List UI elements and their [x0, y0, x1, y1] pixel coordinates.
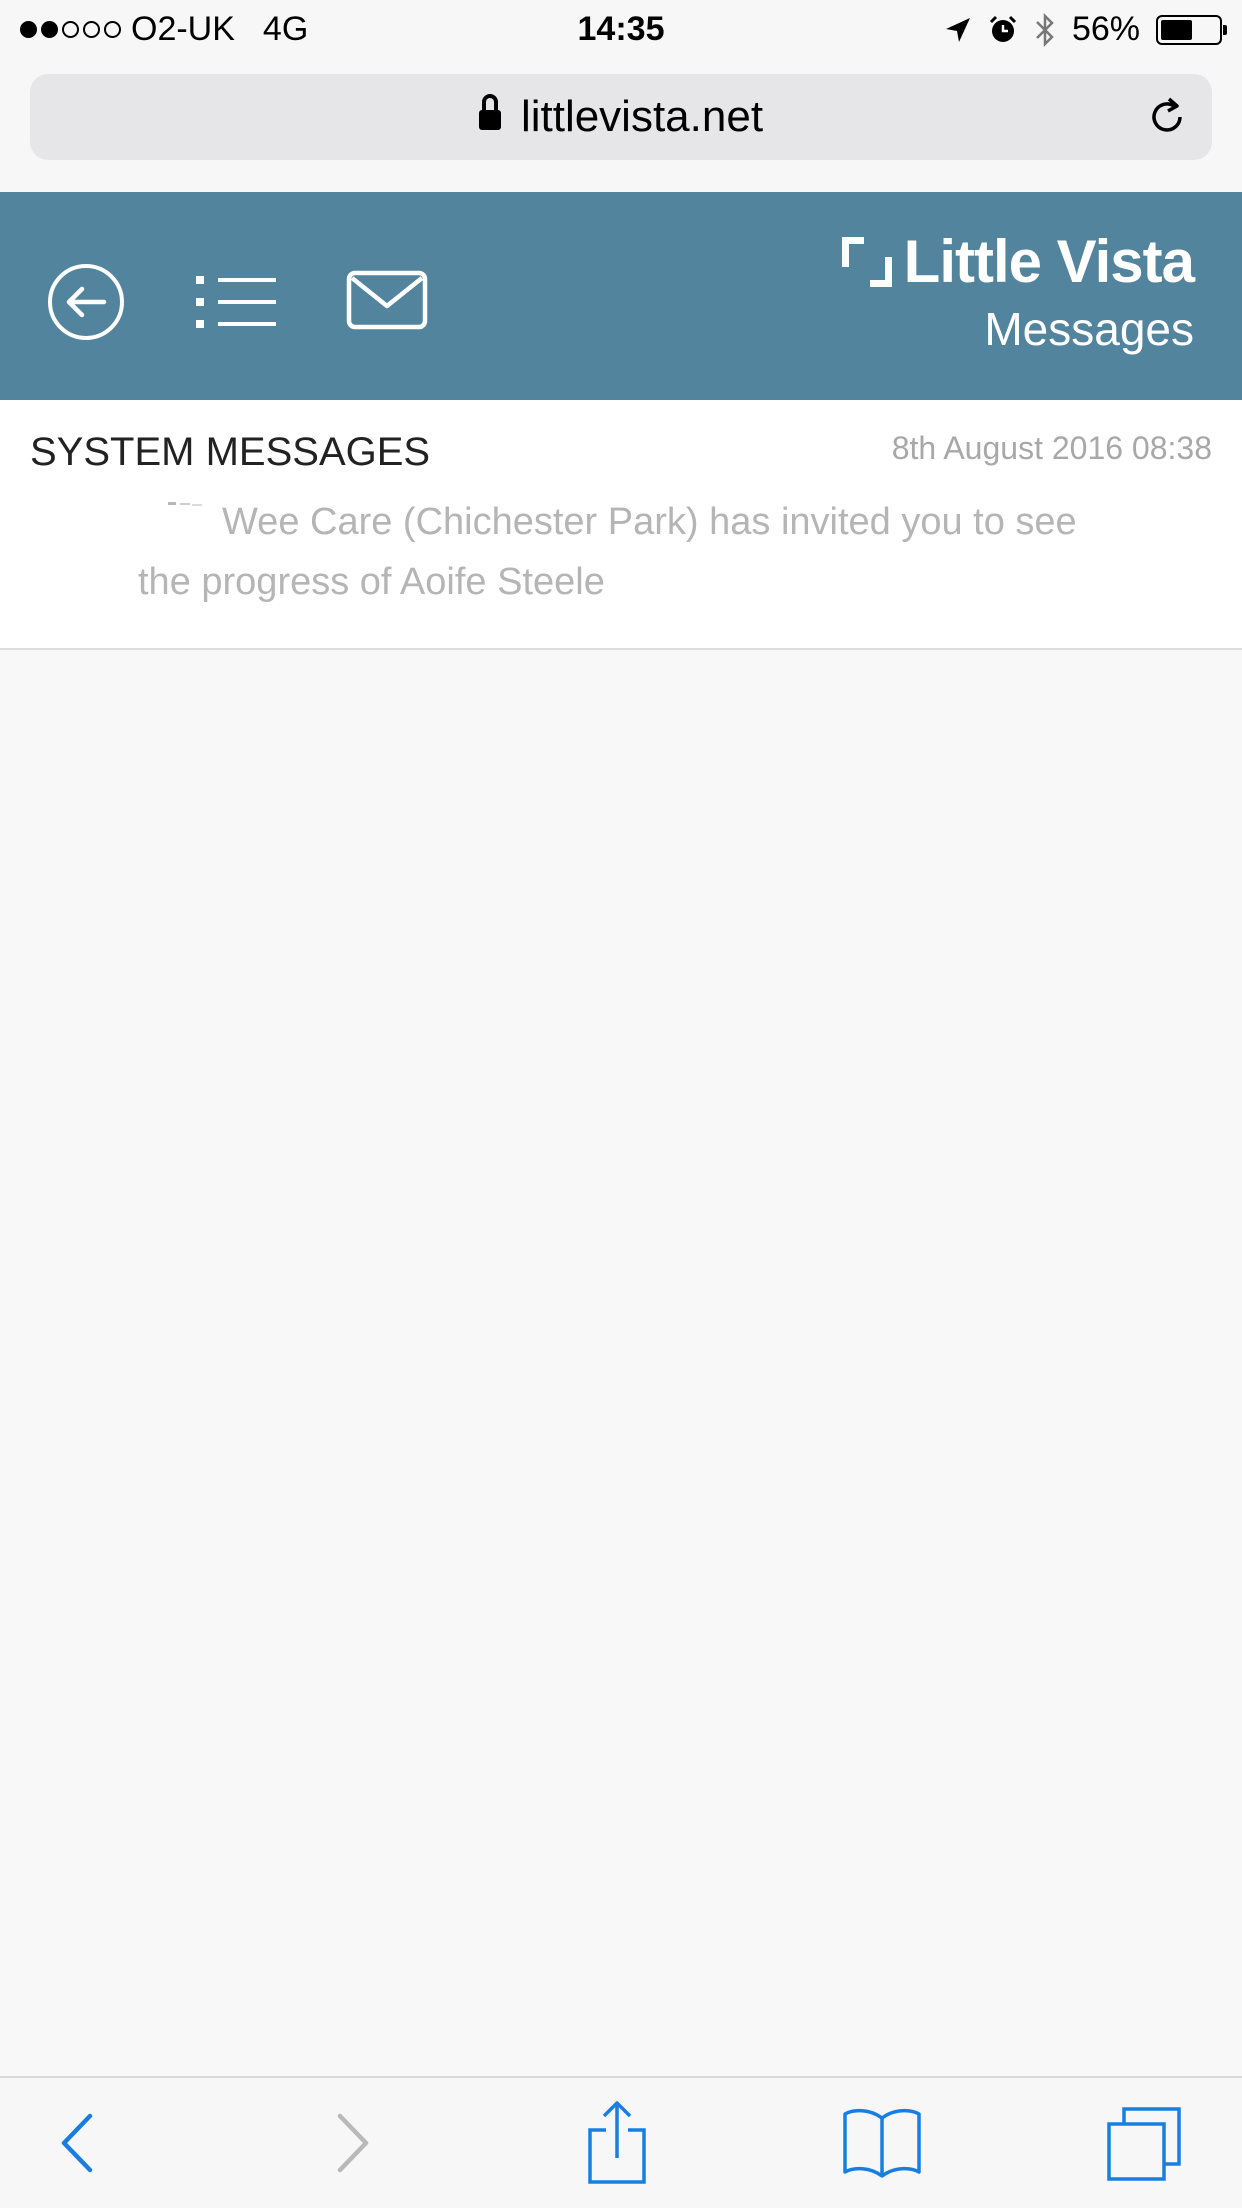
alarm-icon [989, 15, 1016, 42]
bluetooth-icon [1036, 12, 1054, 47]
share-icon[interactable] [586, 2100, 648, 2186]
message-date: 8th August 2016 08:38 [891, 430, 1212, 466]
page-title: Messages [984, 303, 1194, 355]
battery-percent: 56% [1071, 10, 1140, 48]
status-right: 56% [944, 10, 1227, 49]
brand-logo: Little Vista [841, 228, 1195, 295]
tabs-icon[interactable] [1106, 2106, 1182, 2182]
lock-icon [478, 94, 501, 134]
url-text: littlevista.net [520, 92, 764, 141]
status-bar: O2-UK 4G 14:35 56% [0, 0, 1242, 60]
message-text: Wee Care (Chichester Park) has invited y… [138, 501, 1077, 603]
safari-toolbar [0, 2076, 1242, 2208]
message-item[interactable]: Wee Care (Chichester Park) has invited y… [138, 492, 1138, 612]
page: O2-UK 4G 14:35 56% littlevista.net Littl… [0, 0, 1242, 2208]
battery-icon [1156, 14, 1227, 45]
forward-icon[interactable] [330, 2108, 374, 2178]
system-messages-section: SYSTEM MESSAGES 8th August 2016 08:38 We… [0, 400, 1242, 650]
back-circle-icon[interactable] [46, 262, 126, 342]
section-title: SYSTEM MESSAGES [30, 430, 431, 474]
sender-image-icon [168, 502, 202, 506]
brand: Little Vista Messages [841, 228, 1195, 356]
back-icon[interactable] [56, 2108, 100, 2178]
url-display[interactable]: littlevista.net [30, 74, 1212, 160]
address-bar[interactable]: littlevista.net [30, 74, 1212, 160]
list-icon[interactable] [194, 272, 278, 332]
brand-mark-icon [841, 237, 892, 287]
location-arrow-icon [945, 17, 970, 42]
mail-icon[interactable] [346, 270, 428, 330]
brand-name: Little Vista [903, 228, 1195, 295]
reload-icon[interactable] [1144, 94, 1190, 140]
app-header: Little Vista Messages [0, 192, 1242, 400]
browser-chrome: O2-UK 4G 14:35 56% littlevista.net [0, 0, 1242, 192]
bookmarks-icon[interactable] [842, 2106, 922, 2178]
